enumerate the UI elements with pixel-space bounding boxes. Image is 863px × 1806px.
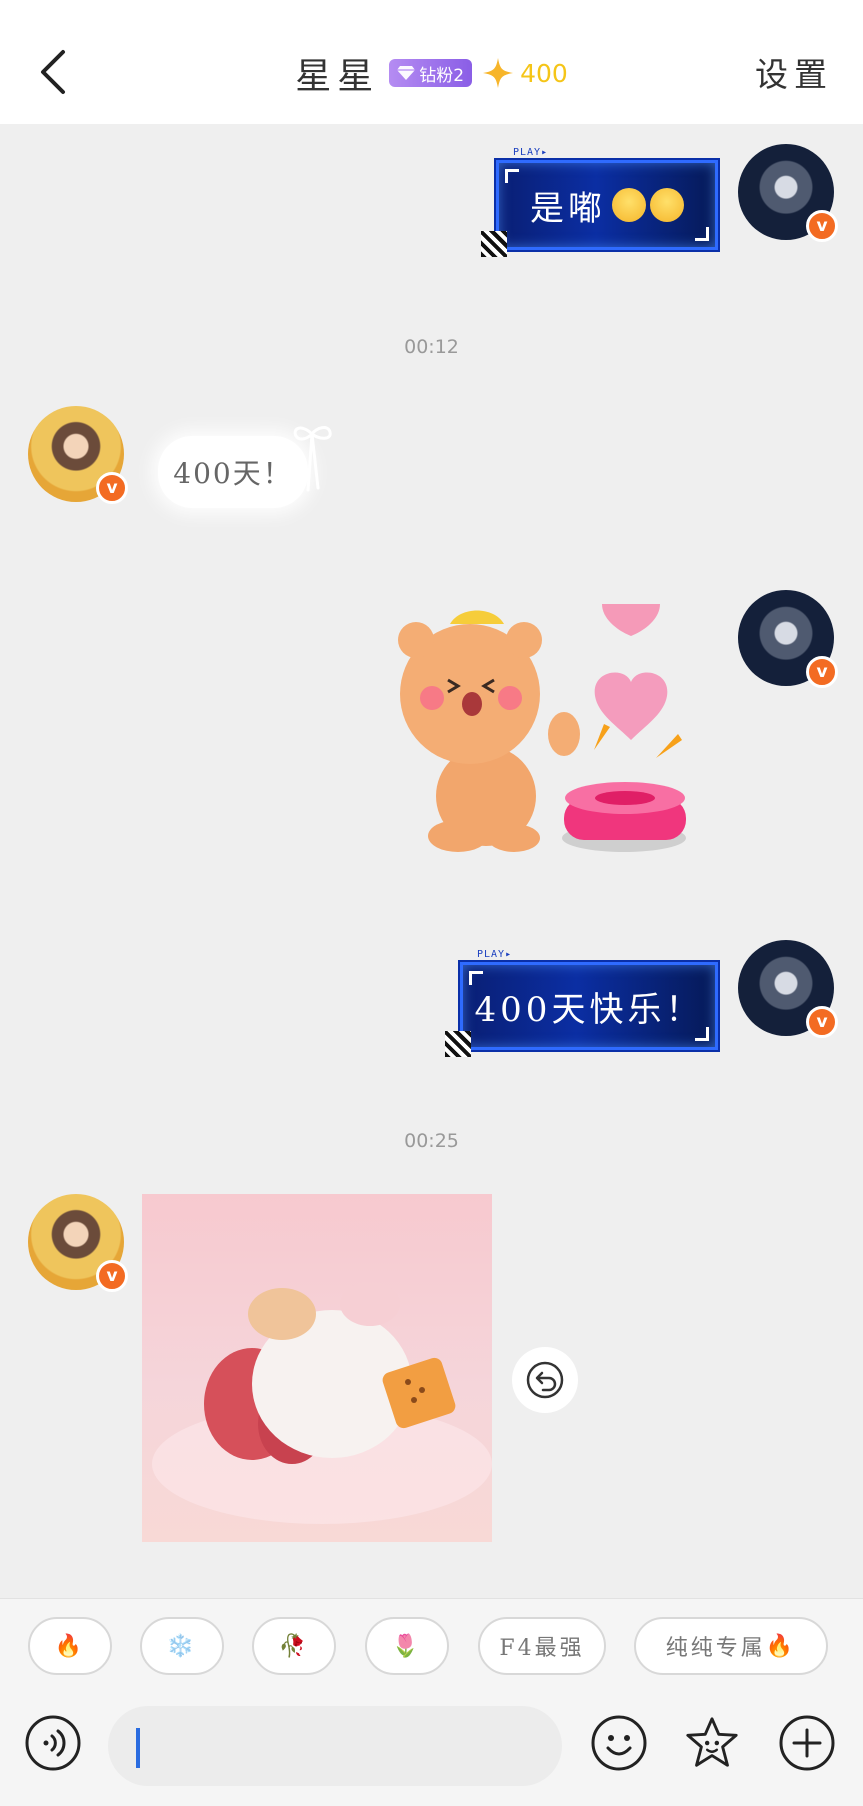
warning-stripes-decoration	[445, 1031, 471, 1057]
points-value: 400	[520, 58, 568, 88]
message-text: 400天快乐！	[474, 989, 704, 1030]
message-timestamp: 00:25	[404, 1130, 459, 1152]
emoji-button[interactable]	[590, 1714, 648, 1772]
flying-bunny-illustration	[152, 1282, 492, 1524]
title-group: 星星 钻粉2 400	[0, 46, 863, 100]
message-bubble[interactable]: PLAY▸ 是嘟	[481, 147, 718, 257]
verified-badge-icon: v	[806, 1006, 838, 1038]
sticker-button[interactable]	[683, 1714, 741, 1772]
verified-badge-icon: v	[806, 656, 838, 688]
contact-name: 星星	[295, 56, 380, 97]
message-bubble[interactable]: PLAY▸ 400天快乐！	[445, 949, 718, 1057]
sparkle-star-icon	[483, 58, 514, 88]
quick-reply-label: 纯纯专属	[665, 1636, 766, 1661]
intimacy-points[interactable]: 400	[482, 57, 568, 89]
more-button[interactable]	[778, 1714, 836, 1772]
verified-badge-icon: v	[96, 1260, 128, 1292]
quick-reply-chip[interactable]: ❄️	[140, 1617, 224, 1675]
quick-reply-bar: 🔥 ❄️ 🥀 🌷 F4最强 纯纯专属 🔥	[0, 1598, 863, 1694]
praying-face-emoji	[650, 188, 684, 222]
verified-badge-icon: v	[96, 472, 128, 504]
plus-circle-icon	[779, 1715, 835, 1771]
text-caret	[136, 1728, 140, 1768]
my-avatar[interactable]: v	[738, 144, 838, 242]
fire-emoji: 🔥	[765, 1633, 797, 1659]
bubble-decoration: PLAY▸	[477, 949, 513, 960]
withdraw-message-button[interactable]	[512, 1347, 578, 1413]
my-avatar[interactable]: v	[738, 590, 838, 688]
contact-avatar[interactable]: v	[28, 1194, 128, 1292]
smiley-icon	[591, 1715, 647, 1771]
fire-emoji: 🔥	[54, 1633, 86, 1659]
message-bubble[interactable]: 400天！	[158, 436, 308, 508]
message-timestamp: 00:12	[404, 336, 459, 358]
quick-reply-label: F4最强	[499, 1636, 585, 1661]
warning-stripes-decoration	[481, 231, 507, 257]
verified-badge-icon: v	[806, 210, 838, 242]
fan-level-badge[interactable]: 钻粉2	[389, 59, 473, 87]
chat-header: 星星 钻粉2 400 设置	[0, 0, 863, 124]
voice-button[interactable]	[24, 1714, 82, 1772]
heart-icon	[602, 604, 660, 636]
message-text: 是嘟	[530, 188, 606, 229]
diamond-icon	[397, 66, 416, 80]
bear-button-sticker[interactable]	[388, 600, 698, 860]
quick-reply-chip[interactable]: F4最强	[478, 1617, 606, 1675]
message-input-bar	[0, 1694, 863, 1806]
contact-avatar[interactable]: v	[28, 406, 128, 504]
message-text: 400天！	[173, 457, 293, 490]
star-face-icon	[686, 1717, 738, 1767]
message-input[interactable]	[108, 1706, 562, 1786]
undo-arrow-icon	[526, 1361, 564, 1399]
bunny-image-sticker[interactable]	[142, 1194, 492, 1542]
fan-badge-label: 钻粉2	[419, 65, 465, 86]
my-avatar[interactable]: v	[738, 940, 838, 1038]
tulip-emoji: 🌷	[391, 1633, 423, 1659]
bubble-decoration: PLAY▸	[513, 147, 549, 158]
snowflake-emoji: ❄️	[166, 1633, 198, 1659]
wilted-rose-emoji: 🥀	[278, 1633, 310, 1659]
settings-button[interactable]: 设置	[755, 48, 833, 96]
quick-reply-chip[interactable]: 🌷	[365, 1617, 449, 1675]
quick-reply-chip[interactable]: 🔥	[28, 1617, 112, 1675]
quick-reply-chip[interactable]: 纯纯专属 🔥	[634, 1617, 828, 1675]
praying-face-emoji	[612, 188, 646, 222]
voice-wave-icon	[25, 1715, 81, 1771]
quick-reply-chip[interactable]: 🥀	[252, 1617, 336, 1675]
